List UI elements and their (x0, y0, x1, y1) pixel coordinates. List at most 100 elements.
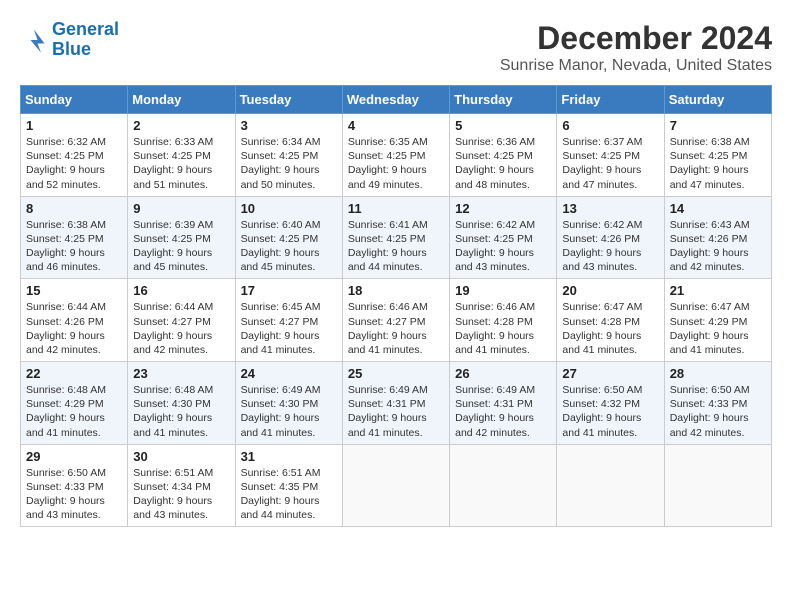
day-number: 12 (455, 201, 551, 216)
calendar-cell: 12 Sunrise: 6:42 AMSunset: 4:25 PMDaylig… (450, 196, 557, 279)
week-row-1: 1 Sunrise: 6:32 AMSunset: 4:25 PMDayligh… (21, 114, 772, 197)
calendar-cell: 18 Sunrise: 6:46 AMSunset: 4:27 PMDaylig… (342, 279, 449, 362)
day-info: Sunrise: 6:51 AMSunset: 4:34 PMDaylight:… (133, 467, 213, 522)
day-number: 8 (26, 201, 122, 216)
day-number: 25 (348, 366, 444, 381)
day-number: 17 (241, 283, 337, 298)
calendar-cell: 14 Sunrise: 6:43 AMSunset: 4:26 PMDaylig… (664, 196, 771, 279)
calendar-cell: 27 Sunrise: 6:50 AMSunset: 4:32 PMDaylig… (557, 362, 664, 445)
day-number: 15 (26, 283, 122, 298)
week-row-3: 15 Sunrise: 6:44 AMSunset: 4:26 PMDaylig… (21, 279, 772, 362)
calendar-cell: 10 Sunrise: 6:40 AMSunset: 4:25 PMDaylig… (235, 196, 342, 279)
day-number: 26 (455, 366, 551, 381)
day-info: Sunrise: 6:49 AMSunset: 4:31 PMDaylight:… (455, 384, 535, 439)
day-info: Sunrise: 6:49 AMSunset: 4:31 PMDaylight:… (348, 384, 428, 439)
day-number: 27 (562, 366, 658, 381)
week-row-2: 8 Sunrise: 6:38 AMSunset: 4:25 PMDayligh… (21, 196, 772, 279)
calendar-cell: 26 Sunrise: 6:49 AMSunset: 4:31 PMDaylig… (450, 362, 557, 445)
calendar-cell (450, 444, 557, 527)
calendar-cell: 8 Sunrise: 6:38 AMSunset: 4:25 PMDayligh… (21, 196, 128, 279)
page-container: General Blue December 2024 Sunrise Manor… (20, 20, 772, 527)
calendar-cell: 15 Sunrise: 6:44 AMSunset: 4:26 PMDaylig… (21, 279, 128, 362)
title-section: December 2024 Sunrise Manor, Nevada, Uni… (500, 20, 772, 75)
calendar-table: Sunday Monday Tuesday Wednesday Thursday… (20, 85, 772, 527)
day-number: 28 (670, 366, 766, 381)
day-info: Sunrise: 6:44 AMSunset: 4:27 PMDaylight:… (133, 301, 213, 356)
day-info: Sunrise: 6:38 AMSunset: 4:25 PMDaylight:… (670, 136, 750, 191)
week-row-4: 22 Sunrise: 6:48 AMSunset: 4:29 PMDaylig… (21, 362, 772, 445)
calendar-cell: 9 Sunrise: 6:39 AMSunset: 4:25 PMDayligh… (128, 196, 235, 279)
day-info: Sunrise: 6:40 AMSunset: 4:25 PMDaylight:… (241, 219, 321, 274)
day-info: Sunrise: 6:47 AMSunset: 4:29 PMDaylight:… (670, 301, 750, 356)
day-info: Sunrise: 6:49 AMSunset: 4:30 PMDaylight:… (241, 384, 321, 439)
calendar-cell: 24 Sunrise: 6:49 AMSunset: 4:30 PMDaylig… (235, 362, 342, 445)
day-info: Sunrise: 6:46 AMSunset: 4:27 PMDaylight:… (348, 301, 428, 356)
day-number: 7 (670, 118, 766, 133)
calendar-cell: 17 Sunrise: 6:45 AMSunset: 4:27 PMDaylig… (235, 279, 342, 362)
calendar-cell: 6 Sunrise: 6:37 AMSunset: 4:25 PMDayligh… (557, 114, 664, 197)
day-info: Sunrise: 6:41 AMSunset: 4:25 PMDaylight:… (348, 219, 428, 274)
day-info: Sunrise: 6:44 AMSunset: 4:26 PMDaylight:… (26, 301, 106, 356)
day-info: Sunrise: 6:46 AMSunset: 4:28 PMDaylight:… (455, 301, 535, 356)
col-saturday: Saturday (664, 86, 771, 114)
day-info: Sunrise: 6:51 AMSunset: 4:35 PMDaylight:… (241, 467, 321, 522)
col-monday: Monday (128, 86, 235, 114)
calendar-cell: 1 Sunrise: 6:32 AMSunset: 4:25 PMDayligh… (21, 114, 128, 197)
calendar-cell: 28 Sunrise: 6:50 AMSunset: 4:33 PMDaylig… (664, 362, 771, 445)
day-number: 6 (562, 118, 658, 133)
day-number: 19 (455, 283, 551, 298)
day-number: 31 (241, 449, 337, 464)
calendar-cell: 20 Sunrise: 6:47 AMSunset: 4:28 PMDaylig… (557, 279, 664, 362)
day-number: 11 (348, 201, 444, 216)
day-number: 5 (455, 118, 551, 133)
day-number: 1 (26, 118, 122, 133)
day-number: 9 (133, 201, 229, 216)
day-number: 18 (348, 283, 444, 298)
day-info: Sunrise: 6:50 AMSunset: 4:33 PMDaylight:… (26, 467, 106, 522)
day-info: Sunrise: 6:37 AMSunset: 4:25 PMDaylight:… (562, 136, 642, 191)
calendar-cell (557, 444, 664, 527)
day-info: Sunrise: 6:35 AMSunset: 4:25 PMDaylight:… (348, 136, 428, 191)
day-number: 29 (26, 449, 122, 464)
day-number: 21 (670, 283, 766, 298)
logo-text: General Blue (52, 20, 119, 60)
calendar-cell: 13 Sunrise: 6:42 AMSunset: 4:26 PMDaylig… (557, 196, 664, 279)
calendar-cell: 29 Sunrise: 6:50 AMSunset: 4:33 PMDaylig… (21, 444, 128, 527)
day-number: 3 (241, 118, 337, 133)
col-sunday: Sunday (21, 86, 128, 114)
main-title: December 2024 (500, 20, 772, 57)
day-info: Sunrise: 6:39 AMSunset: 4:25 PMDaylight:… (133, 219, 213, 274)
calendar-cell: 23 Sunrise: 6:48 AMSunset: 4:30 PMDaylig… (128, 362, 235, 445)
day-info: Sunrise: 6:36 AMSunset: 4:25 PMDaylight:… (455, 136, 535, 191)
day-number: 16 (133, 283, 229, 298)
day-info: Sunrise: 6:42 AMSunset: 4:25 PMDaylight:… (455, 219, 535, 274)
calendar-cell: 25 Sunrise: 6:49 AMSunset: 4:31 PMDaylig… (342, 362, 449, 445)
calendar-cell: 19 Sunrise: 6:46 AMSunset: 4:28 PMDaylig… (450, 279, 557, 362)
week-row-5: 29 Sunrise: 6:50 AMSunset: 4:33 PMDaylig… (21, 444, 772, 527)
calendar-cell: 7 Sunrise: 6:38 AMSunset: 4:25 PMDayligh… (664, 114, 771, 197)
calendar-cell (342, 444, 449, 527)
calendar-cell: 21 Sunrise: 6:47 AMSunset: 4:29 PMDaylig… (664, 279, 771, 362)
day-number: 10 (241, 201, 337, 216)
calendar-cell: 11 Sunrise: 6:41 AMSunset: 4:25 PMDaylig… (342, 196, 449, 279)
day-info: Sunrise: 6:33 AMSunset: 4:25 PMDaylight:… (133, 136, 213, 191)
calendar-cell: 22 Sunrise: 6:48 AMSunset: 4:29 PMDaylig… (21, 362, 128, 445)
day-info: Sunrise: 6:50 AMSunset: 4:32 PMDaylight:… (562, 384, 642, 439)
col-tuesday: Tuesday (235, 86, 342, 114)
calendar-cell: 16 Sunrise: 6:44 AMSunset: 4:27 PMDaylig… (128, 279, 235, 362)
calendar-cell: 2 Sunrise: 6:33 AMSunset: 4:25 PMDayligh… (128, 114, 235, 197)
day-info: Sunrise: 6:50 AMSunset: 4:33 PMDaylight:… (670, 384, 750, 439)
calendar-header-row: Sunday Monday Tuesday Wednesday Thursday… (21, 86, 772, 114)
day-info: Sunrise: 6:38 AMSunset: 4:25 PMDaylight:… (26, 219, 106, 274)
col-friday: Friday (557, 86, 664, 114)
day-info: Sunrise: 6:42 AMSunset: 4:26 PMDaylight:… (562, 219, 642, 274)
logo: General Blue (20, 20, 119, 60)
col-thursday: Thursday (450, 86, 557, 114)
calendar-cell: 5 Sunrise: 6:36 AMSunset: 4:25 PMDayligh… (450, 114, 557, 197)
day-info: Sunrise: 6:32 AMSunset: 4:25 PMDaylight:… (26, 136, 106, 191)
day-number: 24 (241, 366, 337, 381)
day-number: 30 (133, 449, 229, 464)
day-number: 20 (562, 283, 658, 298)
day-number: 13 (562, 201, 658, 216)
logo-icon (20, 26, 48, 54)
